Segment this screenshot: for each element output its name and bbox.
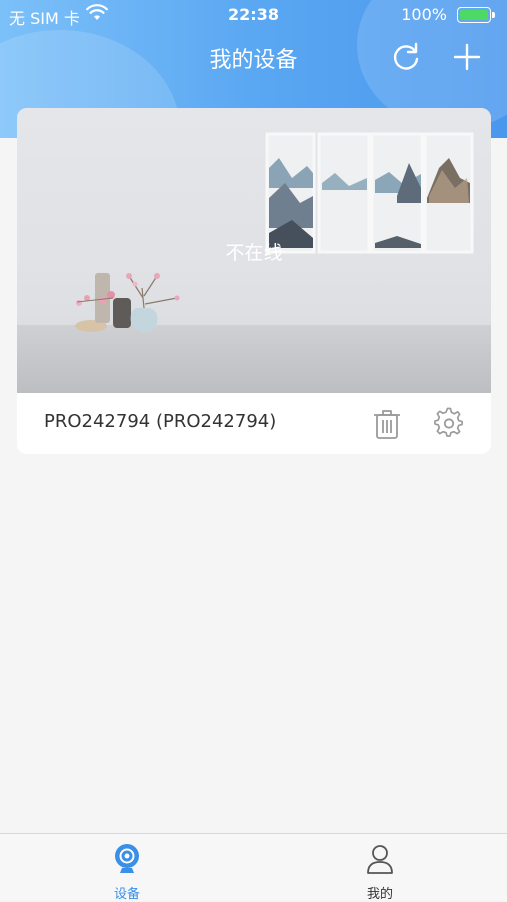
tab-bar: 设备 我的 [0,833,507,902]
device-info-row: PRO242794 (PRO242794) [17,393,491,454]
person-icon [367,845,393,874]
tab-label: 设备 [113,887,140,902]
device-preview[interactable]: 不在线 [17,108,491,393]
device-card[interactable]: 不在线 PRO242794 (PRO242794) [17,108,491,454]
tab-label: 我的 [366,887,393,902]
page-title: 我的设备 [209,48,298,73]
status-bar: 无 SIM 卡 22:38 100% [0,0,507,30]
tab-devices[interactable]: 设备 [67,834,187,902]
gear-icon[interactable] [433,407,465,439]
trash-icon[interactable] [373,408,401,440]
add-icon[interactable] [450,40,484,74]
camera-icon [115,844,139,873]
battery-percent: 100% [401,5,447,24]
refresh-icon[interactable] [389,40,423,74]
battery-icon [457,7,491,23]
device-name: PRO242794 (PRO242794) [44,411,277,432]
tab-mine[interactable]: 我的 [320,834,440,902]
offline-status: 不在线 [225,242,283,264]
battery-tip [492,12,495,18]
